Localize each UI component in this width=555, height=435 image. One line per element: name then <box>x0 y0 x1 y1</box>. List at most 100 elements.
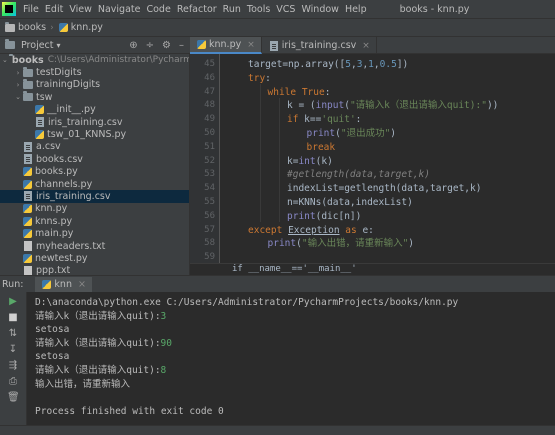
close-icon[interactable]: × <box>362 41 370 51</box>
tree-root[interactable]: ⌄ books C:\Users\Administrator\PycharmPr… <box>0 54 189 66</box>
tree-item[interactable]: myheaders.txt <box>0 240 189 252</box>
csv-file-icon <box>24 191 32 202</box>
code-line[interactable]: n=KNNs(data,indexList) <box>287 196 413 209</box>
code-line[interactable]: indexList=getlength(data,target,k) <box>287 182 481 195</box>
scroll-to-end-icon[interactable]: ↧ <box>7 344 19 355</box>
tree-item[interactable]: channels.py <box>0 178 189 190</box>
tree-item[interactable]: a.csv <box>0 141 189 153</box>
line-number: 46 <box>204 72 215 83</box>
code-line[interactable]: target=np.array([5,3,1,0.5]) <box>248 58 408 71</box>
menu-window[interactable]: Window <box>298 0 341 19</box>
tree-item-label: trainingDigits <box>36 79 101 91</box>
console-text: setosa <box>35 351 70 363</box>
breadcrumb: books › knn.py <box>0 19 555 37</box>
tree-item[interactable]: books.csv <box>0 153 189 165</box>
tree-item[interactable]: › trainingDigits <box>0 78 189 91</box>
code-line[interactable]: break <box>307 141 336 154</box>
menu-refactor[interactable]: Refactor <box>174 0 220 19</box>
locate-icon[interactable]: ⊕ <box>129 40 137 51</box>
folder-icon <box>23 78 33 89</box>
collapse-icon[interactable]: ÷ <box>146 40 154 51</box>
python-file-icon <box>23 216 32 226</box>
gear-icon[interactable]: ⚙ <box>162 40 171 51</box>
editor-tab-label: iris_training.csv <box>281 40 357 51</box>
console-line: 请输入k（退出请输入quit):90 <box>35 337 547 351</box>
scroll-icon[interactable]: ⇅ <box>7 328 19 339</box>
editor-tab[interactable]: knn.py × <box>190 37 262 54</box>
menu-help[interactable]: Help <box>342 0 370 19</box>
menu-edit[interactable]: Edit <box>42 0 66 19</box>
tree-item[interactable]: newtest.py <box>0 252 189 264</box>
tree-item[interactable]: knn.py <box>0 203 189 215</box>
code-line[interactable]: print("退出成功") <box>307 127 397 140</box>
code-line[interactable]: if k=='quit': <box>287 113 361 126</box>
editor-tab[interactable]: iris_training.csv × <box>262 37 377 54</box>
run-console[interactable]: D:\anaconda\python.exe C:/Users/Administ… <box>27 292 555 425</box>
chevron-right-icon[interactable]: › <box>14 69 22 77</box>
tree-item[interactable]: ppp.txt <box>0 265 189 275</box>
soft-wrap-icon[interactable]: ⇶ <box>7 360 19 371</box>
csv-file-icon <box>36 117 44 128</box>
line-number: 50 <box>204 128 215 138</box>
project-tree: ⌄ books C:\Users\Administrator\PycharmPr… <box>0 54 190 275</box>
code-line[interactable]: except Exception as e: <box>248 224 374 237</box>
tree-item[interactable]: main.py <box>0 227 189 239</box>
tree-items: › testDigits › trainingDigits ⌄ tsw __init__.p… <box>0 66 189 275</box>
tree-root-name: books <box>11 54 44 66</box>
project-icon <box>5 39 15 49</box>
menu-run[interactable]: Run <box>220 0 244 19</box>
code-line[interactable]: #getlength(data,target,k) <box>287 168 430 181</box>
status-bar <box>0 425 555 435</box>
line-gutter: 45464748495051525354555657585960 <box>190 54 220 275</box>
breadcrumb-file[interactable]: knn.py <box>71 22 103 33</box>
breadcrumb-project[interactable]: books <box>18 22 46 33</box>
chevron-down-icon[interactable]: ▾ <box>57 41 61 50</box>
line-number: 57 <box>204 224 215 235</box>
console-text: 输入出错，请重新输入 <box>35 378 131 390</box>
code-line[interactable]: print(dic[n]) <box>287 210 361 223</box>
tree-item[interactable]: iris_training.csv <box>0 116 189 128</box>
console-text: Process finished with exit code 0 <box>35 405 224 417</box>
menu-tools[interactable]: Tools <box>244 0 273 19</box>
chevron-down-icon[interactable]: ⌄ <box>14 93 22 101</box>
code-line[interactable]: k = (input("请输入k（退出请输入quit):")) <box>287 99 498 112</box>
run-panel-header: Run: knn × <box>0 275 555 292</box>
tree-item[interactable]: › testDigits <box>0 66 189 78</box>
menu-file[interactable]: File <box>20 0 42 19</box>
text-file-icon <box>24 241 32 252</box>
hide-icon[interactable]: – <box>179 40 184 51</box>
menu-view[interactable]: View <box>66 0 95 19</box>
tree-item[interactable]: tsw_01_KNNS.py <box>0 128 189 140</box>
csv-file-icon <box>24 154 32 165</box>
chevron-right-icon[interactable]: › <box>14 81 22 89</box>
tree-item[interactable]: iris_training.csv <box>0 190 189 203</box>
trash-icon[interactable]: 🗑 <box>7 392 20 403</box>
close-icon[interactable]: × <box>247 40 255 50</box>
tree-item[interactable]: ⌄ tsw <box>0 91 189 103</box>
menu-navigate[interactable]: Navigate <box>95 0 144 19</box>
tree-item[interactable]: knns.py <box>0 215 189 227</box>
indent-guide <box>279 97 280 222</box>
console-text: 请输入k（退出请输入quit): <box>35 310 161 322</box>
code-line[interactable]: while True: <box>268 86 331 99</box>
close-icon[interactable]: × <box>78 279 86 290</box>
stop-icon[interactable]: ■ <box>7 312 19 323</box>
rerun-icon[interactable]: ▶ <box>7 296 19 307</box>
console-text: setosa <box>35 324 70 336</box>
tree-item-label: main.py <box>35 228 74 240</box>
code-line[interactable]: print("输入出错，请重新输入") <box>268 237 415 250</box>
tree-item-label: iris_training.csv <box>48 116 123 128</box>
tree-item[interactable]: books.py <box>0 166 189 178</box>
code-line[interactable]: k=int(k) <box>287 155 333 168</box>
tree-item[interactable]: __init__.py <box>0 104 189 116</box>
python-file-icon <box>23 167 32 177</box>
menu-code[interactable]: Code <box>143 0 173 19</box>
code-editor[interactable]: 45464748495051525354555657585960 target=… <box>190 54 555 275</box>
menu-vcs[interactable]: VCS <box>273 0 298 19</box>
project-panel-title[interactable]: Project <box>21 40 54 51</box>
code-area[interactable]: target=np.array([5,3,1,0.5]) try: while Tr… <box>228 54 555 275</box>
editor-breadcrumb-footer[interactable]: if __name__=='__main__' <box>190 263 555 275</box>
chevron-down-icon[interactable]: ⌄ <box>2 56 8 64</box>
run-tab-knn[interactable]: knn × <box>35 276 92 292</box>
print-icon[interactable]: ⎙ <box>7 376 19 387</box>
